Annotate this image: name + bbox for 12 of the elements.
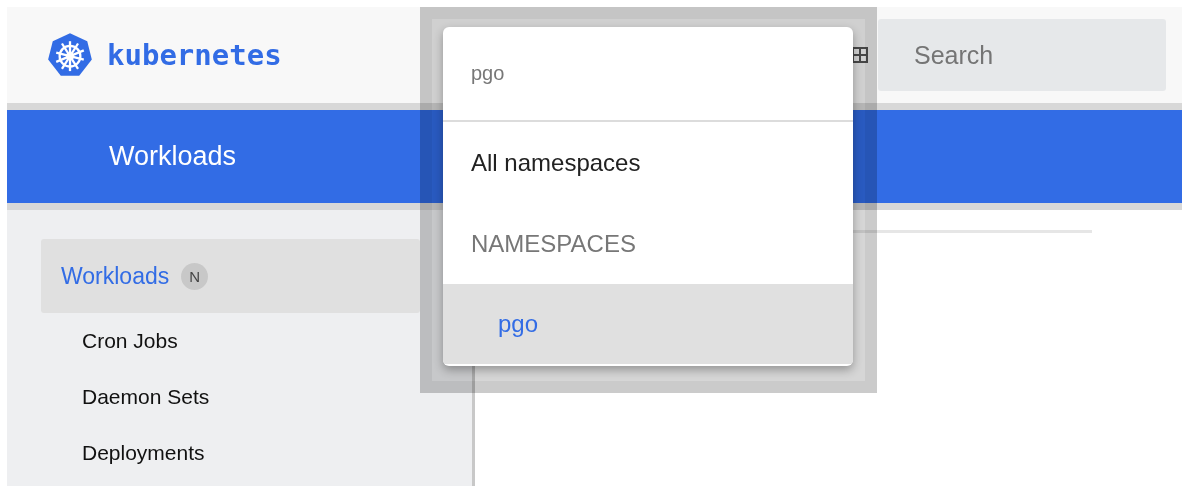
grid-icon[interactable] [852,47,868,63]
namespace-option[interactable]: All namespaces [443,122,853,204]
sidebar-subitem[interactable]: Daemon Sets [7,369,472,425]
sidebar-item[interactable]: Workloads N [41,239,420,313]
logo-text: kubernetes [107,38,282,72]
namespaces-heading: NAMESPACES [470,229,637,259]
page-title: Workloads [109,141,237,172]
helm-wheel-icon [47,32,93,78]
namespace-option[interactable]: pgo [443,284,853,364]
namespace-badge: N [181,262,209,290]
sidebar-subitem[interactable]: Deployments [7,425,472,481]
search-field[interactable]: Search [878,19,1166,91]
